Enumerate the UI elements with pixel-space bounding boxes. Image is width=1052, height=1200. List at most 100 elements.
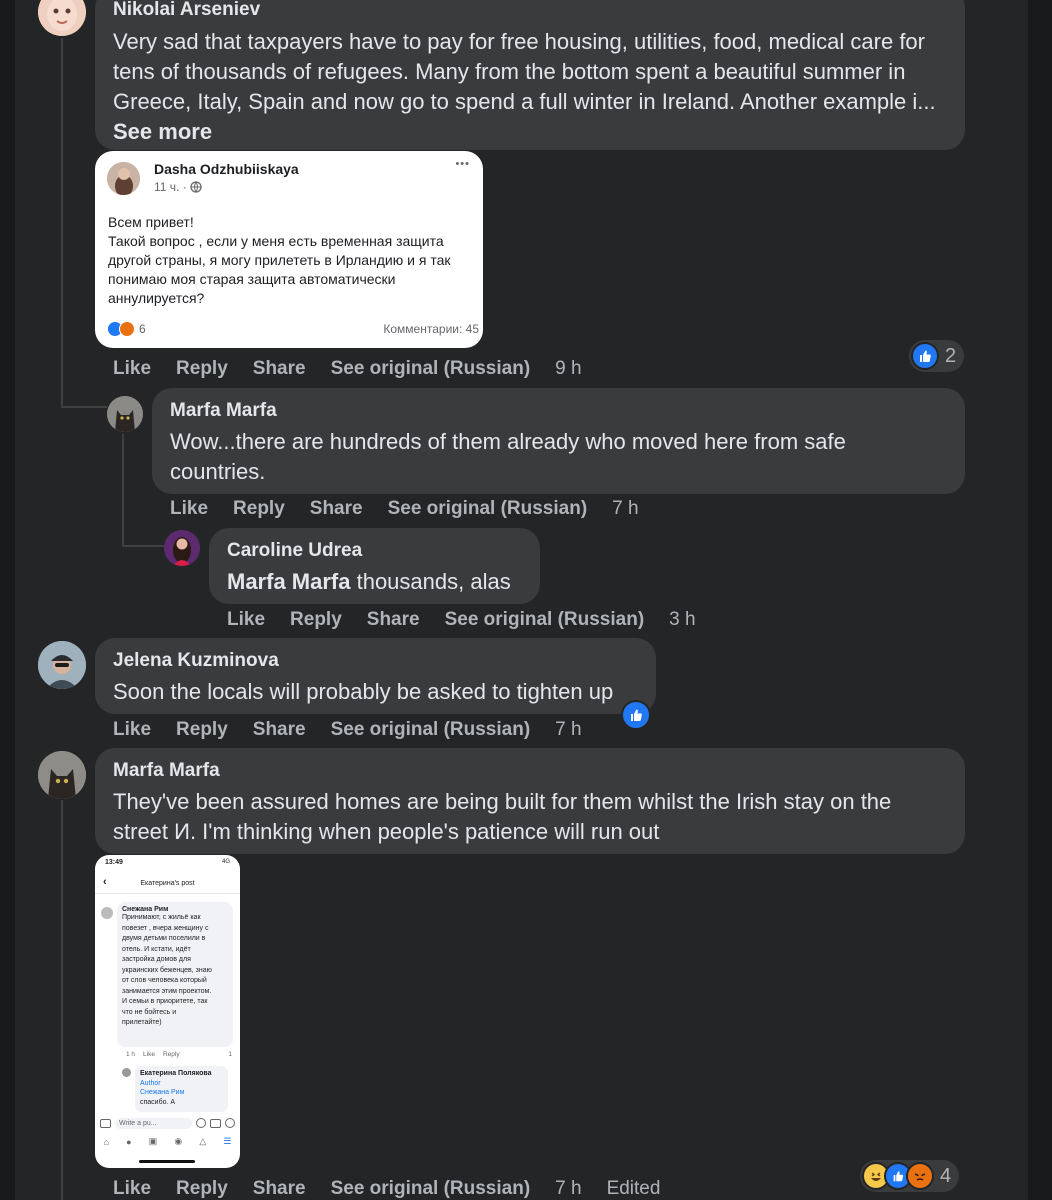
page-edge [1028, 0, 1052, 1200]
status-network: 4G [221, 859, 230, 865]
thread-line [61, 800, 63, 1200]
like-button[interactable]: Like [113, 358, 151, 380]
angry-reaction-icon [119, 321, 135, 337]
nested-reply-text: спасибо. А [140, 1098, 176, 1106]
share-button[interactable]: Share [253, 1178, 306, 1200]
reply-button[interactable]: Reply [290, 609, 342, 631]
like-button[interactable]: Like [170, 498, 208, 520]
comment-author[interactable]: Marfa Marfa [113, 760, 947, 782]
attached-time: 11 ч. · [154, 180, 187, 194]
reply-button[interactable]: Reply [176, 719, 228, 741]
see-original-button[interactable]: See original (Russian) [388, 498, 588, 520]
comment-time[interactable]: 7 h [555, 1178, 581, 1200]
comment-author[interactable]: Caroline Udrea [227, 540, 522, 562]
comment-bubble: Jelena Kuzminova Soon the locals will pr… [95, 638, 656, 714]
share-button[interactable]: Share [310, 498, 363, 520]
attached-author: Dasha Odzhubiiskaya [154, 161, 299, 177]
comment-time[interactable]: 9 h [555, 358, 581, 380]
thread-line [122, 545, 164, 547]
comment-time[interactable]: 7 h [555, 719, 581, 741]
angry-reaction-icon [906, 1162, 934, 1190]
thread-line [122, 434, 124, 546]
avatar [107, 162, 140, 195]
see-original-button[interactable]: See original (Russian) [331, 719, 531, 741]
like-button[interactable]: Like [227, 609, 265, 631]
menu-icon: ☰ [223, 1136, 232, 1146]
comment-text: Very sad that taxpayers have to pay for … [113, 29, 936, 114]
avatar[interactable] [38, 641, 86, 689]
groups-icon: ◉ [174, 1136, 183, 1146]
nested-reply-button: Reply [162, 1051, 180, 1058]
comment-text: Soon the locals will probably be asked t… [113, 679, 614, 704]
attached-text-body: Такой вопрос , если у меня есть временна… [108, 233, 451, 306]
attached-text-greeting: Всем привет! [108, 214, 194, 230]
emoji-icon [196, 1118, 206, 1128]
avatar[interactable] [38, 751, 86, 799]
mention-link[interactable]: Marfa Marfa [227, 569, 350, 594]
comment-actions: Like Reply Share See original (Russian) … [170, 498, 664, 520]
nested-like-button: Like [143, 1051, 155, 1058]
see-original-button[interactable]: See original (Russian) [445, 609, 645, 631]
thread-line [61, 406, 107, 408]
avatar[interactable] [164, 530, 200, 566]
comment-actions: Like Reply Share See original (Russian) … [113, 358, 607, 380]
nested-comment-time: 1 h [126, 1051, 136, 1058]
attached-post-screenshot[interactable]: Dasha Odzhubiiskaya 11 ч. · ••• Всем при… [95, 151, 483, 348]
comment-author[interactable]: Jelena Kuzminova [113, 650, 638, 672]
comment-text: They've been assured homes are being bui… [113, 789, 892, 844]
nested-reaction-count: 1 [228, 1051, 232, 1058]
reply-button[interactable]: Reply [176, 1178, 228, 1200]
home-indicator [139, 1160, 195, 1163]
edited-label: Edited [606, 1178, 661, 1199]
reaction-count: 4 [940, 1164, 952, 1187]
author-badge: Author [140, 1079, 161, 1087]
notifications-icon: △ [199, 1136, 207, 1146]
attached-reaction-count: 6 [139, 322, 146, 336]
attached-comment-count: Комментарии: 45 [383, 322, 479, 336]
comment-text: Wow...there are hundreds of them already… [170, 429, 846, 484]
see-original-button[interactable]: See original (Russian) [331, 358, 531, 380]
share-button[interactable]: Share [367, 609, 420, 631]
friends-icon: ● [126, 1136, 132, 1147]
comment-time[interactable]: 3 h [669, 609, 695, 631]
see-more-link[interactable]: See more [113, 119, 212, 144]
reaction-summary[interactable]: 4 [860, 1160, 960, 1192]
globe-icon [190, 181, 202, 193]
share-button[interactable]: Share [253, 358, 306, 380]
reply-button[interactable]: Reply [176, 358, 228, 380]
gif-icon [210, 1118, 221, 1128]
status-time: 13:49 [105, 859, 123, 866]
like-button[interactable]: Like [113, 719, 151, 741]
comment-text: thousands, alas [350, 569, 511, 594]
marketplace-icon: ▣ [148, 1136, 158, 1146]
reply-button[interactable]: Reply [233, 498, 285, 520]
nested-mention: Снежана Рим [140, 1089, 185, 1096]
avatar [122, 1068, 131, 1077]
home-icon: ⌂ [103, 1136, 109, 1147]
avatar[interactable] [107, 396, 143, 432]
comment-actions: Like Reply Share See original (Russian) … [227, 609, 721, 631]
reaction-count: 2 [945, 344, 957, 367]
write-comment-input: Write a pu... [115, 1117, 192, 1129]
nested-reply-author: Екатерина Полякова [140, 1070, 212, 1077]
nested-comment-author: Снежана Рим [122, 906, 169, 913]
comment-bubble: Marfa Marfa They've been assured homes a… [95, 748, 965, 854]
avatar [101, 907, 113, 919]
post-header: Екатерина's post [140, 880, 195, 887]
camera-icon [100, 1118, 111, 1128]
comment-author[interactable]: Marfa Marfa [170, 400, 947, 422]
like-reaction-icon [911, 342, 939, 370]
comment-actions: Like Reply Share See original (Russian) … [113, 1178, 685, 1200]
see-original-button[interactable]: See original (Russian) [331, 1178, 531, 1200]
comment-author[interactable]: Nikolai Arseniev [113, 0, 947, 21]
reaction-summary[interactable]: 2 [909, 340, 965, 372]
comment-bubble: Marfa Marfa Wow...there are hundreds of … [152, 388, 965, 494]
like-reaction-icon[interactable] [621, 700, 651, 730]
comment-time[interactable]: 7 h [612, 498, 638, 520]
thread-line [61, 38, 63, 408]
attached-phone-screenshot[interactable]: 13:49 4G ‹ Екатерина's post Снежана Рим … [95, 855, 240, 1168]
like-button[interactable]: Like [113, 1178, 151, 1200]
more-options-icon: ••• [455, 158, 470, 170]
nested-comment-text: Принимают, с жильё как повезет , вчера ж… [122, 914, 212, 1026]
share-button[interactable]: Share [253, 719, 306, 741]
